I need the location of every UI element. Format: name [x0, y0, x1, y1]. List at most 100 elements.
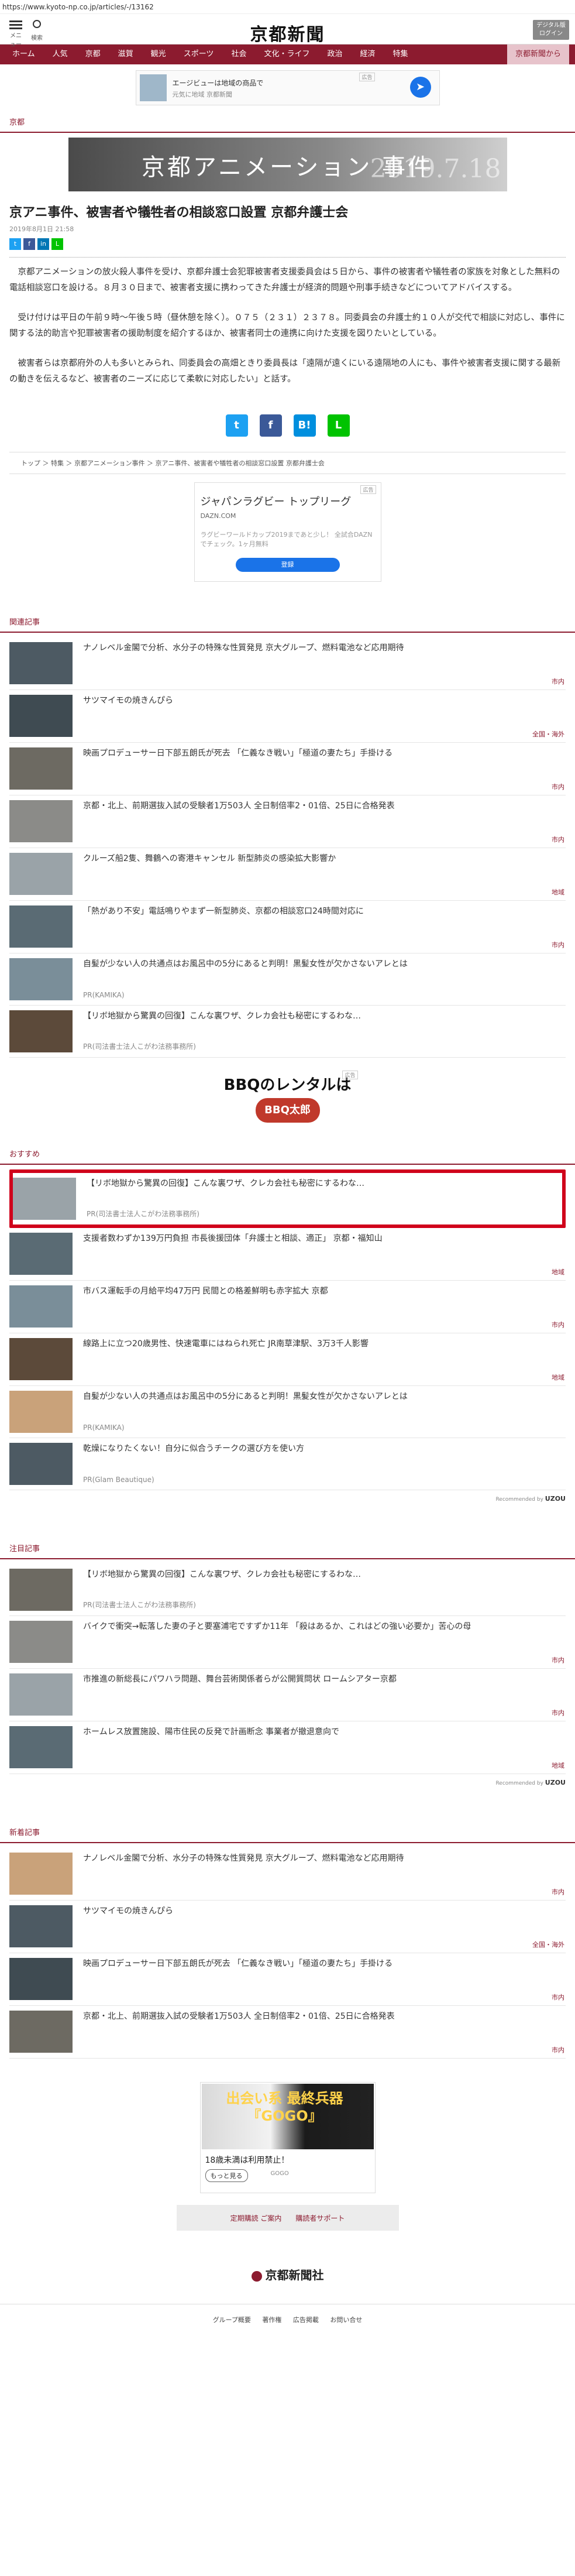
list-item[interactable]: 映画プロデューサー日下部五朗氏が死去 「仁義なき戦い」「極道の妻たち」手掛ける市… [9, 743, 566, 795]
list-item[interactable]: ナノレベル金閣で分析、水分子の特殊な性質発見 京大グループ、燃料電池など応用期待… [9, 1848, 566, 1901]
ad-bbq[interactable]: 広告 BBQのレンタルは BBQ太郎 [223, 1071, 358, 1126]
support-link[interactable]: 購読者サポート [295, 2213, 345, 2223]
list-item[interactable]: 京都・北上、前期選抜入試の受験者1万503人 全日制倍率2・01倍、25日に合格… [9, 795, 566, 848]
list-item[interactable]: 市推進の新総長にパワハラ問題、舞台芸術関係者らが公開質問状 ロームシアター京都市… [9, 1669, 566, 1721]
article-thumbnail [9, 1569, 73, 1611]
facebook-icon[interactable]: f [23, 238, 35, 250]
category-tag[interactable]: 全国・海外 [532, 1940, 564, 1949]
category-tag[interactable]: 市内 [552, 1655, 564, 1665]
nav-item[interactable]: 特集 [384, 44, 417, 64]
category-tag[interactable]: 地域 [552, 1373, 564, 1382]
nav-item[interactable]: 経済 [351, 44, 384, 64]
article-thumbnail [9, 1391, 73, 1433]
category-tag[interactable]: 市内 [552, 940, 564, 949]
category-tag[interactable]: 市内 [552, 1320, 564, 1329]
category-tag[interactable]: 市内 [552, 835, 564, 844]
article-thumbnail [9, 905, 73, 948]
nav-item[interactable]: 滋賀 [109, 44, 142, 64]
footer-nav-item[interactable]: 広告掲載 [293, 2316, 319, 2324]
list-item[interactable]: 自髪が少ない人の共通点はお風呂中の5分にあると判明！黒髪女性が欠かさないアレとは… [9, 953, 566, 1006]
list-item[interactable]: 【リボ地獄から驚異の回復】こんな裏ワザ、クレカ会社も秘密にするわな… PR(司法書… [9, 1169, 566, 1228]
article-title: 線路上に立つ20歳男性、快速電車にはねられ死亡 JR南草津駅、3万3千人影響 [83, 1339, 369, 1349]
ad-rugby[interactable]: 広告 ジャパンラグビー トップリーグ DAZN.COM ラグビーワールドカップ2… [194, 482, 381, 582]
list-item[interactable]: バイクで衝突→転落した妻の子と要塞浦宅ですずか11年 「殺はあるか、これはどの強… [9, 1616, 566, 1669]
ad-banner-top[interactable]: エージビューは地域の商品で 元気に地域 京都新聞 広告 ➤ [135, 70, 440, 105]
pr-sponsor: PR(KAMIKA) [83, 1424, 125, 1432]
nav-item-special[interactable]: 京都新聞から [507, 44, 569, 64]
category-tag[interactable]: 全国・海外 [532, 729, 564, 739]
article-thumbnail [9, 1233, 73, 1275]
ad-arrow-icon[interactable]: ➤ [409, 77, 431, 98]
list-item[interactable]: 支援者数わずか139万円負担 市長後援団体「弁護士と相談、適正」 京都・福知山地… [9, 1228, 566, 1281]
footer-logo[interactable]: 京都新聞社 [0, 2266, 575, 2283]
breadcrumb[interactable]: トップ ＞ 特集 ＞ 京都アニメーション事件 ＞ 京アニ事件、被害者や犠牲者の相… [9, 452, 566, 474]
category-tag[interactable]: 市内 [552, 2045, 564, 2054]
digital-login-button[interactable]: デジタル版 ログイン [533, 20, 569, 40]
line-icon[interactable]: L [51, 238, 63, 250]
list-item[interactable]: 映画プロデューサー日下部五朗氏が死去 「仁義なき戦い」「極道の妻たち」手掛ける市… [9, 1953, 566, 2006]
article-thumbnail [9, 1673, 73, 1716]
twitter-icon[interactable]: t [9, 238, 21, 250]
category-tag[interactable]: 地域 [552, 1761, 564, 1770]
bbq-logo: BBQ太郎 [255, 1098, 320, 1123]
article-thumbnail [9, 1726, 73, 1768]
list-item[interactable]: サツマイモの焼きんぴら 全国・海外 [9, 690, 566, 743]
twitter-icon[interactable]: t [225, 414, 248, 437]
category-tag[interactable]: 市内 [552, 1708, 564, 1717]
hatena-icon[interactable]: B! [293, 414, 316, 437]
footer-nav-item[interactable]: 著作権 [262, 2316, 281, 2324]
nav-item[interactable]: 観光 [142, 44, 175, 64]
article-title: ホームレス放置施設、陽市住民の反発で計画断念 事業者が撤退意向で [83, 1727, 340, 1737]
uzou-logo[interactable]: UZOU [545, 1779, 566, 1786]
category-tag[interactable]: 市内 [552, 677, 564, 686]
nav-item[interactable]: 政治 [318, 44, 351, 64]
category-tag[interactable]: 地域 [552, 887, 564, 897]
ad-more-button[interactable]: もっと見る [205, 2169, 248, 2182]
article-title: 乾燥になりたくない！自分に似合うチークの選び方を使い方 [83, 1444, 304, 1453]
list-item[interactable]: 自髪が少ない人の共通点はお風呂中の5分にあると判明！黒髪女性が欠かさないアレとは… [9, 1386, 566, 1438]
facebook-icon[interactable]: f [259, 414, 282, 437]
list-item[interactable]: ホームレス放置施設、陽市住民の反発で計画断念 事業者が撤退意向で地域 [9, 1721, 566, 1774]
subscribe-link[interactable]: 定期購読 ご案内 [230, 2213, 282, 2223]
list-item[interactable]: 市バス運転手の月給平均47万円 民間との格差鮮明も赤字拡大 京都市内 [9, 1281, 566, 1333]
special-banner[interactable]: 京都アニメーション 事件 2019.7.18 [68, 138, 507, 191]
nav-item[interactable]: 人気 [44, 44, 77, 64]
category-tag[interactable]: 市内 [552, 1992, 564, 2002]
pr-sponsor: PR(Glam Beautique) [83, 1476, 154, 1484]
footer-nav-item[interactable]: グループ概要 [213, 2316, 251, 2324]
site-header: メニュー 検索 京都新聞 デジタル版 ログイン [0, 14, 575, 48]
list-item[interactable]: 線路上に立つ20歳男性、快速電車にはねられ死亡 JR南草津駅、3万3千人影響地域 [9, 1333, 566, 1386]
nav-item[interactable]: 社会 [222, 44, 255, 64]
category-tag[interactable]: 市内 [552, 782, 564, 791]
uzou-logo[interactable]: UZOU [545, 1495, 566, 1503]
line-icon[interactable]: L [327, 414, 350, 437]
nav-item[interactable]: 文化・ライフ [255, 44, 318, 64]
ad-register-button[interactable]: 登録 [235, 558, 340, 572]
list-item[interactable]: 「熱があり不安」電話鳴りやまず一新型肺炎、京都の相談窓口24時間対応に 市内 [9, 901, 566, 953]
article-thumbnail [9, 958, 73, 1000]
ad-bottom[interactable]: 出会い系 最終兵器 『GOGO』 18歳未満は利用禁止！ もっと見る GOGO [199, 2082, 376, 2193]
ad-description: ラグビーワールドカップ2019まであと少し！ 全試合DAZNでチェック。1ヶ月無… [200, 531, 373, 548]
attention-list: 【リボ地獄から驚異の回復】こんな裏ワザ、クレカ会社も秘密にするわな… PR(司法書… [9, 1564, 566, 1774]
article-title: 京都・北上、前期選抜入試の受験者1万503人 全日制倍率2・01倍、25日に合格… [83, 801, 395, 811]
nav-item[interactable]: スポーツ [175, 44, 223, 64]
list-item[interactable]: 京都・北上、前期選抜入試の受験者1万503人 全日制倍率2・01倍、25日に合格… [9, 2006, 566, 2059]
list-item[interactable]: クルーズ船2隻、舞鶴への寄港キャンセル 新型肺炎の感染拡大影響か 地域 [9, 848, 566, 901]
article-title: 自髪が少ない人の共通点はお風呂中の5分にあると判明！黒髪女性が欠かさないアレとは [83, 1392, 408, 1401]
site-logo[interactable]: 京都新聞 [0, 20, 575, 46]
category-tag[interactable]: 市内 [552, 1887, 564, 1896]
list-item[interactable]: サツマイモの焼きんぴら 全国・海外 [9, 1901, 566, 1953]
article-title: 市バス運転手の月給平均47万円 民間との格差鮮明も赤字拡大 京都 [83, 1287, 328, 1296]
category-tag[interactable]: 地域 [552, 1267, 564, 1277]
section-label[interactable]: 京都 [0, 111, 575, 133]
nav-item[interactable]: 京都 [77, 44, 109, 64]
share-buttons-top: t f in L [0, 236, 575, 257]
list-item[interactable]: 【リボ地獄から驚異の回復】こんな裏ワザ、クレカ会社も秘密にするわな… PR(司法書… [9, 1006, 566, 1058]
url-bar: https://www.kyoto-np.co.jp/articles/-/13… [0, 0, 575, 14]
linkedin-icon[interactable]: in [37, 238, 49, 250]
article-title: バイクで衝突→転落した妻の子と要塞浦宅ですずか11年 「殺はあるか、これはどの強… [83, 1622, 471, 1631]
list-item[interactable]: 【リボ地獄から驚異の回復】こんな裏ワザ、クレカ会社も秘密にするわな… PR(司法書… [9, 1564, 566, 1616]
footer-nav-item[interactable]: お問い合せ [330, 2316, 362, 2324]
list-item[interactable]: 乾燥になりたくない！自分に似合うチークの選び方を使い方 PR(Glam Beaut… [9, 1438, 566, 1490]
list-item[interactable]: ナノレベル金閣で分析、水分子の特殊な性質発見 京大グループ、燃料電池など応用期待… [9, 637, 566, 690]
